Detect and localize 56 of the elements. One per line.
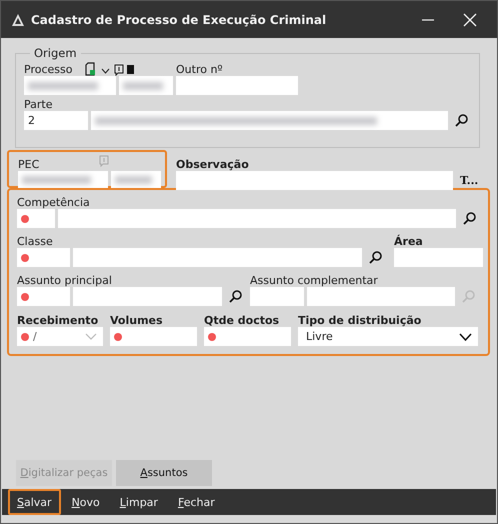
field-label: Classe <box>17 235 53 248</box>
chevron-icon <box>85 333 97 340</box>
text-button[interactable]: T... <box>458 174 480 187</box>
field-label: Área <box>394 235 423 248</box>
toolbar-button[interactable]: Novo <box>62 489 109 515</box>
field-label: Observação <box>176 158 249 171</box>
input-field[interactable] <box>17 248 70 267</box>
field-label: Parte <box>24 98 52 111</box>
search-icon[interactable] <box>455 114 468 127</box>
field-label: Volumes <box>110 314 163 327</box>
chevron-icon <box>459 332 472 340</box>
blurred-field[interactable] <box>119 76 173 95</box>
action-button[interactable]: Assuntos <box>116 460 212 486</box>
blurred-field[interactable] <box>91 111 448 130</box>
chevron-icon[interactable] <box>101 68 110 74</box>
input-field[interactable] <box>176 76 298 95</box>
square-icon <box>127 65 134 74</box>
toolbar-button[interactable]: Limpar <box>110 489 167 515</box>
field-label: Tipo de distribuição <box>298 314 422 327</box>
logo-icon <box>11 12 25 26</box>
blurred-field[interactable] <box>18 171 108 188</box>
input-field[interactable] <box>250 287 304 306</box>
date-field[interactable]: / <box>17 327 103 346</box>
close-icon[interactable] <box>463 12 477 26</box>
toolbar-button[interactable]: Salvar <box>8 489 61 515</box>
info-icon[interactable] <box>114 64 124 76</box>
document-icon[interactable] <box>85 62 98 76</box>
input-field[interactable] <box>176 171 453 190</box>
date-value: / <box>33 330 38 343</box>
search-icon[interactable] <box>369 251 382 264</box>
toolbar-button[interactable]: Fechar <box>168 489 224 515</box>
field-label: Qtde doctos <box>204 314 280 327</box>
field-label: Recebimento <box>17 314 98 327</box>
input-field[interactable] <box>204 327 291 346</box>
field-label: Competência <box>17 196 90 209</box>
dropdown[interactable]: Livre <box>298 327 478 346</box>
input-field[interactable] <box>110 327 197 346</box>
search-icon[interactable] <box>229 290 242 303</box>
input-field[interactable] <box>307 287 455 306</box>
input-field[interactable] <box>17 287 70 306</box>
input-field[interactable]: 2 <box>24 111 88 130</box>
input-field[interactable] <box>73 287 222 306</box>
input-field[interactable] <box>394 248 483 267</box>
field-label: PEC <box>18 158 40 171</box>
field-label: Outro nº <box>176 63 223 76</box>
input-field[interactable] <box>58 209 456 228</box>
window-title: Cadastro de Processo de Execução Criminal <box>31 12 328 26</box>
input-field[interactable] <box>73 248 362 267</box>
search-icon[interactable] <box>463 212 476 225</box>
blurred-field[interactable] <box>111 171 161 188</box>
field-label: Processo <box>24 63 72 76</box>
field-label: Assunto principal <box>17 274 112 287</box>
field-label: Assunto complementar <box>250 274 378 287</box>
group-legend: Origem <box>30 46 81 60</box>
input-field[interactable] <box>17 209 55 228</box>
blurred-field[interactable] <box>24 76 116 95</box>
